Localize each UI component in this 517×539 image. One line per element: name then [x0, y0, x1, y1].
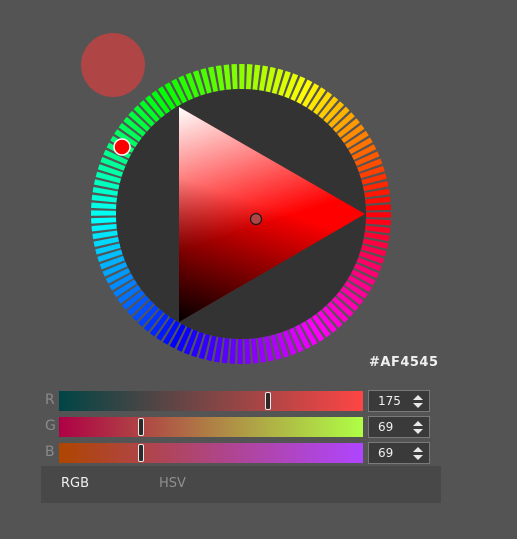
channel-row-r: R 175 — [40, 390, 440, 412]
tab-hsv[interactable]: HSV — [159, 476, 186, 491]
spin-up-arrow-icon[interactable] — [413, 395, 423, 400]
triangle-color-marker[interactable] — [249, 212, 263, 226]
channel-label-g: G — [45, 418, 56, 434]
channel-spinbox-b[interactable]: 69 — [368, 442, 430, 464]
spin-down-arrow-icon[interactable] — [413, 455, 423, 460]
channel-slider-handle-r[interactable] — [265, 392, 271, 410]
channel-label-r: R — [45, 392, 55, 408]
channel-spinbox-g[interactable]: 69 — [368, 416, 430, 438]
channel-row-b: B 69 — [40, 442, 440, 464]
channel-spinbox-r[interactable]: 175 — [368, 390, 430, 412]
channel-label-b: B — [45, 444, 55, 460]
color-mode-tabs: RGB HSV — [41, 466, 441, 503]
hex-value-label: #AF4545 — [369, 355, 439, 370]
channel-value-r[interactable]: 175 — [378, 394, 401, 408]
channel-slider-handle-b[interactable] — [138, 444, 144, 462]
channel-slider-b[interactable] — [59, 443, 363, 463]
color-wheel-panel — [80, 53, 402, 375]
channel-slider-handle-g[interactable] — [138, 418, 144, 436]
spin-up-arrow-icon[interactable] — [413, 447, 423, 452]
channel-value-b[interactable]: 69 — [378, 446, 393, 460]
channel-slider-g[interactable] — [59, 417, 363, 437]
channel-slider-r[interactable] — [59, 391, 363, 411]
spin-down-arrow-icon[interactable] — [413, 429, 423, 434]
spin-up-arrow-icon[interactable] — [413, 421, 423, 426]
spin-down-arrow-icon[interactable] — [413, 403, 423, 408]
hue-ring-marker[interactable] — [113, 138, 131, 156]
channel-value-g[interactable]: 69 — [378, 420, 393, 434]
channel-row-g: G 69 — [40, 416, 440, 438]
tab-rgb[interactable]: RGB — [61, 476, 89, 491]
